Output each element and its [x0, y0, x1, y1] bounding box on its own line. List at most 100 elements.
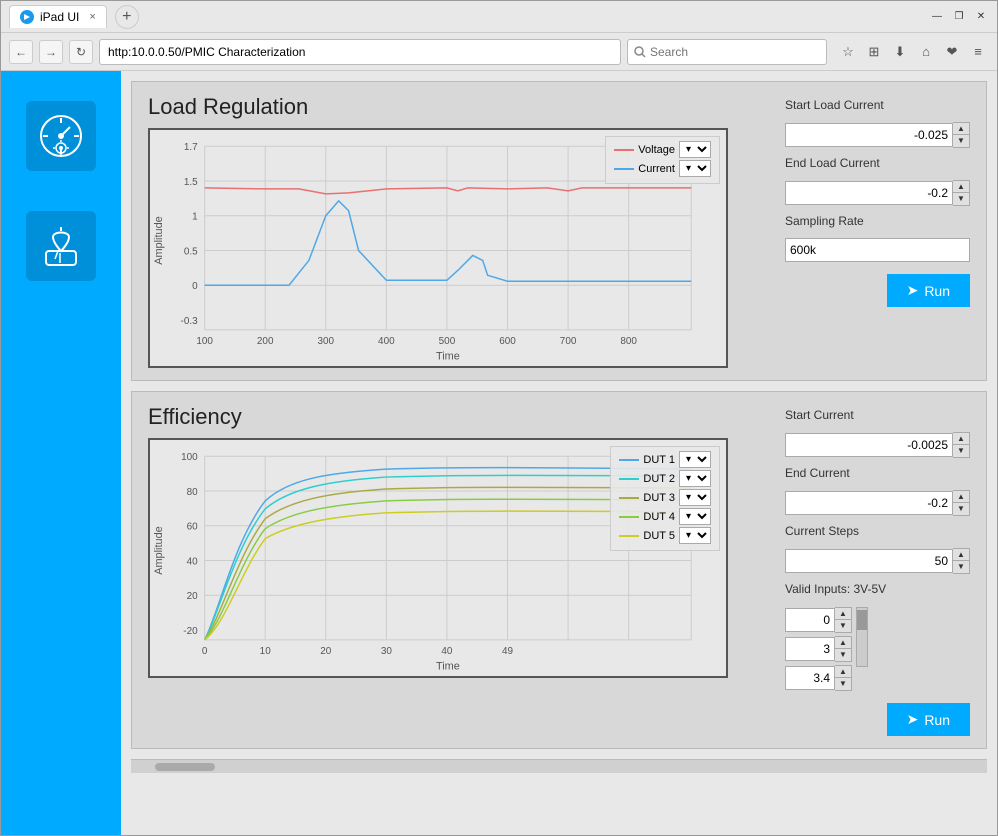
start-load-current-down[interactable]: ▼: [953, 135, 969, 147]
horizontal-scrollbar[interactable]: [131, 759, 987, 773]
end-current-spinner: ▲ ▼: [953, 490, 970, 516]
new-tab-button[interactable]: +: [115, 5, 139, 29]
svg-text:-0.3: -0.3: [181, 316, 199, 327]
valid-inputs-label: Valid Inputs: 3V-5V: [785, 582, 970, 596]
restore-button[interactable]: ❐: [951, 9, 967, 25]
start-current-up[interactable]: ▲: [953, 433, 969, 445]
start-current-input[interactable]: [785, 433, 953, 457]
valid-input1[interactable]: [785, 608, 835, 632]
current-steps-row: ▲ ▼: [785, 548, 970, 574]
start-load-current-label: Start Load Current: [785, 98, 970, 112]
legend-dut4-label: DUT 4: [643, 511, 675, 523]
download-icon[interactable]: ⬇: [889, 41, 911, 63]
start-current-spinner: ▲ ▼: [953, 432, 970, 458]
start-load-current-up[interactable]: ▲: [953, 123, 969, 135]
search-input[interactable]: [650, 45, 820, 59]
valid-input3[interactable]: [785, 666, 835, 690]
dut2-legend-dropdown[interactable]: ▾: [679, 470, 711, 487]
legend-dut4-item: DUT 4 ▾: [619, 508, 711, 525]
svg-text:Time: Time: [436, 661, 460, 673]
load-regulation-chart: 1.7 1.5 1 0.5 0 -0.3 100 200 300 400 500: [148, 128, 728, 368]
valid-input3-up[interactable]: ▲: [835, 666, 851, 678]
efficiency-run-button[interactable]: ➤ Run: [887, 703, 970, 736]
sampling-rate-input[interactable]: [785, 238, 970, 262]
start-load-current-input[interactable]: [785, 123, 953, 147]
valid-input2-down[interactable]: ▼: [835, 649, 851, 661]
valid-inputs-fields: ▲ ▼ ▲ ▼: [785, 607, 852, 691]
end-current-input[interactable]: [785, 491, 953, 515]
window-controls: — ❐ ✕: [929, 9, 989, 25]
reader-icon[interactable]: ⊞: [863, 41, 885, 63]
forward-button[interactable]: →: [39, 40, 63, 64]
efficiency-panel: Efficiency: [131, 391, 987, 749]
tab-icon: [20, 10, 34, 24]
svg-text:49: 49: [502, 646, 514, 657]
efficiency-left: Efficiency: [148, 404, 769, 678]
home-icon[interactable]: ⌂: [915, 41, 937, 63]
h-scrollbar-thumb[interactable]: [155, 763, 215, 771]
svg-text:20: 20: [320, 646, 332, 657]
svg-text:10: 10: [260, 646, 272, 657]
current-steps-input[interactable]: [785, 549, 953, 573]
current-steps-spinner: ▲ ▼: [953, 548, 970, 574]
legend-dut2-label: DUT 2: [643, 473, 675, 485]
valid-input1-up[interactable]: ▲: [835, 608, 851, 620]
end-load-current-down[interactable]: ▼: [953, 193, 969, 205]
valid-input2-up[interactable]: ▲: [835, 637, 851, 649]
efficiency-chart: 100 80 60 40 20 -20 0 10 20 30 40: [148, 438, 728, 678]
eff-run-arrow-icon: ➤: [907, 711, 919, 728]
current-steps-up[interactable]: ▲: [953, 549, 969, 561]
current-steps-down[interactable]: ▼: [953, 561, 969, 573]
valid-input2[interactable]: [785, 637, 835, 661]
end-load-current-input[interactable]: [785, 181, 953, 205]
back-button[interactable]: ←: [9, 40, 33, 64]
search-bar[interactable]: [627, 39, 827, 65]
end-current-up[interactable]: ▲: [953, 491, 969, 503]
bookmark-icon[interactable]: ☆: [837, 41, 859, 63]
sampling-rate-row: [785, 238, 970, 262]
start-current-down[interactable]: ▼: [953, 445, 969, 457]
scrollbar-thumb[interactable]: [857, 610, 867, 630]
sidebar: [1, 71, 121, 835]
nav-icons: ☆ ⊞ ⬇ ⌂ ❤ ≡: [837, 41, 989, 63]
svg-text:Time: Time: [436, 351, 460, 363]
start-load-current-row: ▲ ▼: [785, 122, 970, 148]
load-regulation-run-button[interactable]: ➤ Run: [887, 274, 970, 307]
dut3-legend-dropdown[interactable]: ▾: [679, 489, 711, 506]
minimize-button[interactable]: —: [929, 9, 945, 25]
eff-run-label: Run: [924, 712, 950, 728]
close-button[interactable]: ✕: [973, 9, 989, 25]
svg-text:800: 800: [620, 336, 637, 347]
legend-dut1-item: DUT 1 ▾: [619, 451, 711, 468]
svg-text:0: 0: [202, 646, 208, 657]
title-bar: iPad UI × + — ❐ ✕: [1, 1, 997, 33]
menu-icon[interactable]: ≡: [967, 41, 989, 63]
browser-window: iPad UI × + — ❐ ✕ ← → ↻ ☆ ⊞ ⬇ ⌂ ❤ ≡: [0, 0, 998, 836]
sidebar-item-speedometer[interactable]: [26, 101, 96, 171]
voltage-legend-dropdown[interactable]: ▾: [679, 141, 711, 158]
svg-text:700: 700: [560, 336, 577, 347]
shield-icon[interactable]: ❤: [941, 41, 963, 63]
valid-input1-row: ▲ ▼: [785, 607, 852, 633]
legend-current-label: Current: [638, 163, 675, 175]
address-bar[interactable]: [99, 39, 621, 65]
sidebar-item-lock[interactable]: [26, 211, 96, 281]
load-regulation-title: Load Regulation: [148, 94, 769, 120]
end-load-current-up[interactable]: ▲: [953, 181, 969, 193]
valid-inputs-area: ▲ ▼ ▲ ▼: [785, 607, 970, 691]
valid-input3-down[interactable]: ▼: [835, 678, 851, 690]
nav-bar: ← → ↻ ☆ ⊞ ⬇ ⌂ ❤ ≡: [1, 33, 997, 71]
dut4-legend-dropdown[interactable]: ▾: [679, 508, 711, 525]
tab-close-btn[interactable]: ×: [89, 11, 95, 23]
current-legend-dropdown[interactable]: ▾: [679, 160, 711, 177]
valid-input1-down[interactable]: ▼: [835, 620, 851, 632]
refresh-button[interactable]: ↻: [69, 40, 93, 64]
valid-inputs-scrollbar[interactable]: [856, 607, 868, 667]
sampling-rate-label: Sampling Rate: [785, 214, 970, 228]
start-load-current-spinner: ▲ ▼: [953, 122, 970, 148]
svg-text:80: 80: [187, 487, 199, 498]
browser-tab[interactable]: iPad UI ×: [9, 5, 107, 28]
dut1-legend-dropdown[interactable]: ▾: [679, 451, 711, 468]
dut5-legend-dropdown[interactable]: ▾: [679, 527, 711, 544]
end-current-down[interactable]: ▼: [953, 503, 969, 515]
